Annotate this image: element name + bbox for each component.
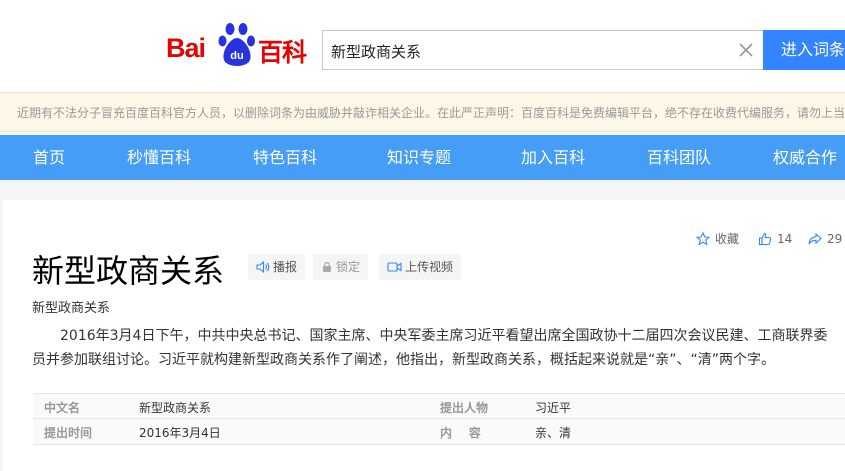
info-label: 内 容 [440, 426, 481, 440]
lock-button[interactable]: 锁定 [313, 254, 369, 280]
info-value: 2016年3月4日 [139, 426, 221, 440]
video-icon [387, 262, 402, 272]
main-nav: 首页 秒懂百科 特色百科 知识专题 加入百科 百科团队 权威合作 [0, 135, 845, 180]
nav-item-home[interactable]: 首页 [33, 135, 65, 180]
star-icon [696, 232, 710, 246]
info-label: 中文名 [44, 401, 81, 415]
baidu-paw-icon: du [218, 23, 255, 66]
entry-summary: 2016年3月4日下午，中共中央总书记、国家主席、中央军委主席习近平看望出席全国… [32, 328, 828, 368]
upload-video-label: 上传视频 [405, 260, 454, 274]
share-button[interactable]: 29 [808, 231, 842, 247]
nav-item-featured[interactable]: 特色百科 [253, 135, 317, 180]
nav-item-team[interactable]: 百科团队 [647, 135, 711, 180]
thumbs-up-icon [758, 232, 772, 246]
basic-info-table: 中文名 新型政商关系 提出人物 习近平 提出时间 2016年3月4日 内 容 亲… [33, 393, 845, 445]
baidu-baike-logo[interactable]: Bai du 百科 [166, 22, 312, 70]
like-button[interactable]: 14 [758, 231, 792, 247]
broadcast-label: 播报 [273, 260, 298, 274]
enter-entry-button[interactable]: 进入词条 [763, 30, 845, 70]
info-value: 新型政商关系 [139, 401, 212, 415]
broadcast-button[interactable]: 播报 [248, 254, 306, 280]
share-count: 29 [827, 232, 843, 246]
notice-banner: 近期有不法分子冒充百度百科官方人员，以删除词条为由威胁并敲诈相关企业。在此严正声… [0, 92, 845, 132]
info-label: 提出时间 [44, 426, 93, 440]
lock-icon [323, 262, 331, 272]
info-row: 提出时间 2016年3月4日 内 容 亲、清 [33, 419, 845, 445]
page-title: 新型政商关系 [32, 252, 225, 290]
nav-item-partners[interactable]: 权威合作 [773, 135, 837, 180]
nav-item-topics[interactable]: 知识专题 [387, 135, 451, 180]
info-row: 中文名 新型政商关系 提出人物 习近平 [33, 393, 845, 419]
share-icon [808, 232, 822, 245]
upload-video-button[interactable]: 上传视频 [379, 254, 462, 280]
site-header: Bai du 百科 进入词条 [0, 0, 845, 92]
info-label: 提出人物 [440, 401, 489, 415]
logo-text-bai: Bai [166, 33, 206, 63]
lock-label: 锁定 [336, 260, 361, 274]
search-input[interactable] [331, 40, 721, 62]
nav-item-join[interactable]: 加入百科 [521, 135, 585, 180]
logo-text-baike: 百科 [258, 38, 307, 67]
entry-subtitle: 新型政商关系 [32, 301, 111, 316]
favorite-label: 收藏 [715, 232, 740, 246]
logo-text-du: du [230, 50, 243, 62]
clear-icon[interactable] [737, 41, 755, 59]
info-value: 亲、清 [535, 426, 572, 440]
speaker-icon [256, 261, 270, 273]
favorite-button[interactable]: 收藏 [696, 231, 739, 247]
like-count: 14 [777, 232, 793, 246]
info-value: 习近平 [535, 401, 572, 415]
notice-text: 近期有不法分子冒充百度百科官方人员，以删除词条为由威胁并敲诈相关企业。在此严正声… [17, 106, 845, 120]
nav-item-miaodong[interactable]: 秒懂百科 [127, 135, 191, 180]
search-box [322, 30, 764, 70]
